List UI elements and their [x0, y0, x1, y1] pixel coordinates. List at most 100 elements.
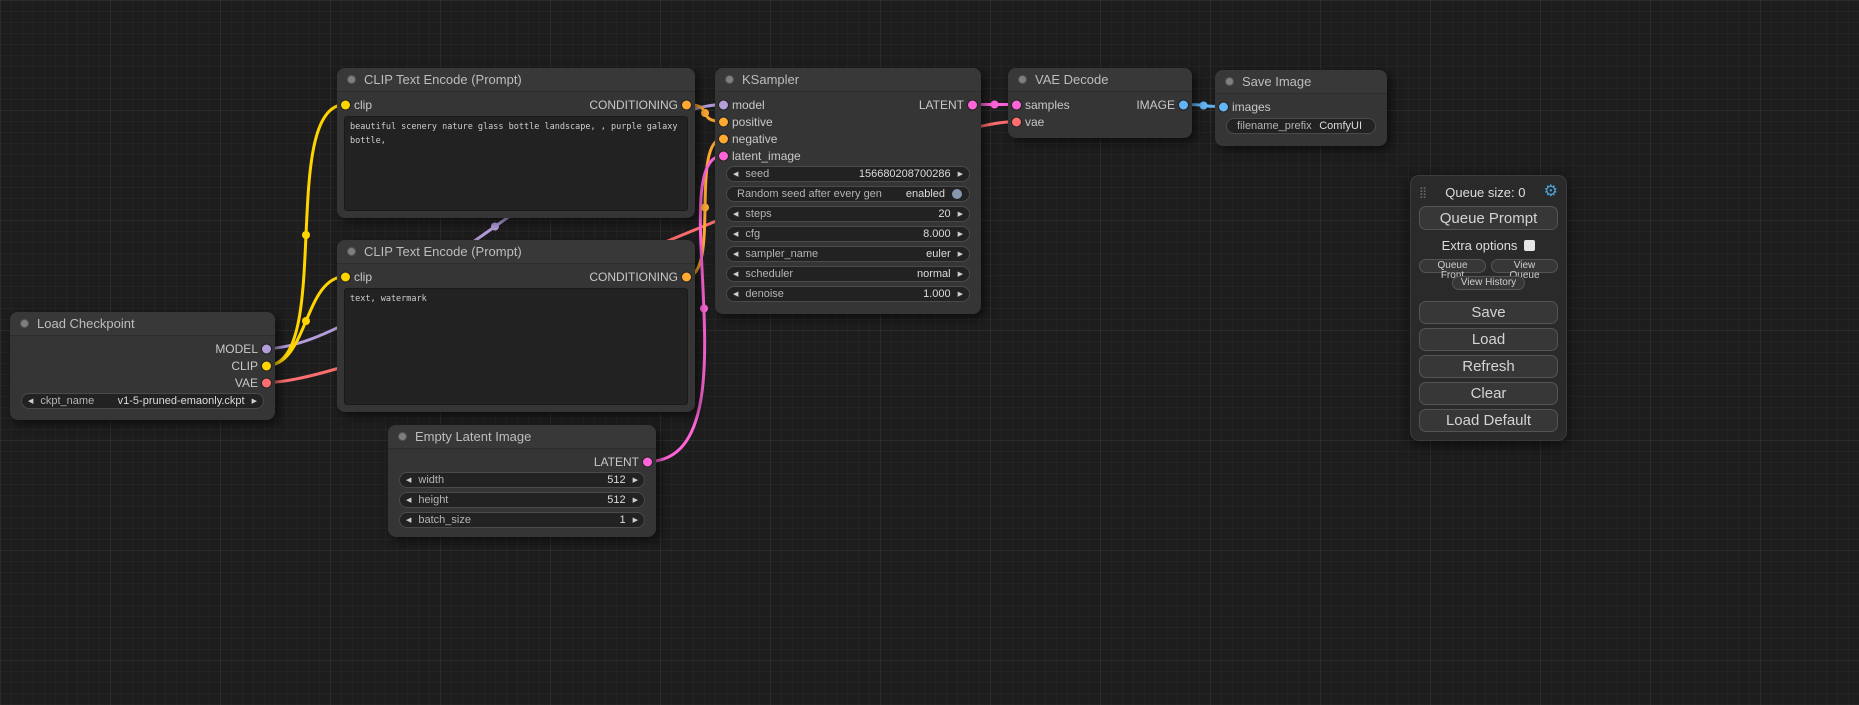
negative-input-port[interactable]	[719, 134, 728, 143]
decrement-arrow-icon[interactable]: ◀	[406, 477, 411, 484]
clear-button[interactable]: Clear	[1419, 382, 1558, 405]
latent-image-input-port[interactable]	[719, 151, 728, 160]
queue-front-button[interactable]: Queue Front	[1419, 259, 1486, 273]
refresh-button[interactable]: Refresh	[1419, 355, 1558, 378]
extra-options-checkbox[interactable]	[1524, 240, 1535, 251]
increment-arrow-icon[interactable]: ▶	[958, 171, 963, 178]
node-clip-text-encode-negative[interactable]: CLIP Text Encode (Prompt) clip CONDITION…	[337, 240, 695, 412]
width-number-widget[interactable]: ◀ width 512 ▶	[399, 472, 645, 488]
node-vae-decode[interactable]: VAE Decode samples IMAGE vae	[1008, 68, 1192, 138]
load-button[interactable]: Load	[1419, 328, 1558, 351]
increment-arrow-icon[interactable]: ▶	[958, 291, 963, 298]
steps-number-widget[interactable]: ◀ steps 20 ▶	[726, 206, 970, 222]
decrement-arrow-icon[interactable]: ◀	[733, 231, 738, 238]
increment-arrow-icon[interactable]: ▶	[252, 398, 257, 405]
model-output-port[interactable]	[262, 344, 271, 353]
node-titlebar[interactable]: CLIP Text Encode (Prompt)	[337, 68, 695, 92]
decrement-arrow-icon[interactable]: ◀	[28, 398, 33, 405]
widget-label: seed	[745, 168, 769, 180]
node-titlebar[interactable]: Empty Latent Image	[388, 425, 656, 449]
view-history-button[interactable]: View History	[1452, 276, 1525, 290]
node-titlebar[interactable]: CLIP Text Encode (Prompt)	[337, 240, 695, 264]
sampler-name-combo-widget[interactable]: ◀ sampler_name euler ▶	[726, 246, 970, 262]
vae-input-port[interactable]	[1012, 117, 1021, 126]
toggle-indicator-icon[interactable]	[952, 189, 962, 199]
batch-size-number-widget[interactable]: ◀ batch_size 1 ▶	[399, 512, 645, 528]
widget-value: 512	[607, 494, 625, 506]
widget-value: 8.000	[923, 228, 951, 240]
node-titlebar[interactable]: Save Image	[1215, 70, 1387, 94]
image-output-port[interactable]	[1179, 100, 1188, 109]
decrement-arrow-icon[interactable]: ◀	[733, 271, 738, 278]
samples-input-port[interactable]	[1012, 100, 1021, 109]
model-input-port[interactable]	[719, 100, 728, 109]
decrement-arrow-icon[interactable]: ◀	[733, 291, 738, 298]
increment-arrow-icon[interactable]: ▶	[633, 517, 638, 524]
node-title-text: CLIP Text Encode (Prompt)	[364, 72, 522, 87]
clip-input-port[interactable]	[341, 100, 350, 109]
node-save-image[interactable]: Save Image images filename_prefix ComfyU…	[1215, 70, 1387, 146]
increment-arrow-icon[interactable]: ▶	[958, 271, 963, 278]
node-status-dot-icon[interactable]	[725, 75, 734, 84]
decrement-arrow-icon[interactable]: ◀	[733, 251, 738, 258]
node-titlebar[interactable]: VAE Decode	[1008, 68, 1192, 92]
vae-output-port[interactable]	[262, 378, 271, 387]
denoise-number-widget[interactable]: ◀ denoise 1.000 ▶	[726, 286, 970, 302]
node-title-text: KSampler	[742, 72, 799, 87]
increment-arrow-icon[interactable]: ▶	[633, 497, 638, 504]
settings-gear-icon[interactable]: ⚙	[1544, 184, 1558, 200]
node-status-dot-icon[interactable]	[347, 247, 356, 256]
node-ksampler[interactable]: KSampler model LATENT positive negative …	[715, 68, 981, 314]
slot-row: CLIP	[10, 357, 275, 374]
ckpt-name-combo-widget[interactable]: ◀ ckpt_name v1-5-pruned-emaonly.ckpt ▶	[21, 393, 264, 409]
node-status-dot-icon[interactable]	[20, 319, 29, 328]
clip-output-port[interactable]	[262, 361, 271, 370]
node-status-dot-icon[interactable]	[347, 75, 356, 84]
latent-output-port[interactable]	[643, 457, 652, 466]
save-button[interactable]: Save	[1419, 301, 1558, 324]
negative-prompt-textarea[interactable]: text, watermark	[344, 288, 688, 405]
increment-arrow-icon[interactable]: ▶	[633, 477, 638, 484]
node-status-dot-icon[interactable]	[1018, 75, 1027, 84]
random-seed-toggle-widget[interactable]: Random seed after every gen enabled	[726, 186, 970, 202]
decrement-arrow-icon[interactable]: ◀	[733, 211, 738, 218]
latent-output-port[interactable]	[968, 100, 977, 109]
scheduler-combo-widget[interactable]: ◀ scheduler normal ▶	[726, 266, 970, 282]
conditioning-output-port[interactable]	[682, 100, 691, 109]
node-titlebar[interactable]: KSampler	[715, 68, 981, 92]
decrement-arrow-icon[interactable]: ◀	[733, 171, 738, 178]
images-input-port[interactable]	[1219, 102, 1228, 111]
view-queue-button[interactable]: View Queue	[1491, 259, 1558, 273]
load-default-button[interactable]: Load Default	[1419, 409, 1558, 432]
height-number-widget[interactable]: ◀ height 512 ▶	[399, 492, 645, 508]
queue-prompt-button[interactable]: Queue Prompt	[1419, 206, 1558, 230]
decrement-arrow-icon[interactable]: ◀	[406, 497, 411, 504]
slot-row: VAE	[10, 374, 275, 391]
increment-arrow-icon[interactable]: ▶	[958, 211, 963, 218]
node-load-checkpoint[interactable]: Load Checkpoint MODEL CLIP VAE ◀ ckpt_na…	[10, 312, 275, 420]
cfg-number-widget[interactable]: ◀ cfg 8.000 ▶	[726, 226, 970, 242]
clip-output-label: CLIP	[231, 359, 258, 373]
latent-output-label: LATENT	[594, 455, 639, 469]
filename-prefix-text-widget[interactable]: filename_prefix ComfyUI	[1226, 118, 1376, 134]
widget-value: ComfyUI	[1319, 120, 1362, 132]
node-status-dot-icon[interactable]	[1225, 77, 1234, 86]
node-status-dot-icon[interactable]	[398, 432, 407, 441]
node-title-text: CLIP Text Encode (Prompt)	[364, 244, 522, 259]
clip-input-port[interactable]	[341, 272, 350, 281]
node-empty-latent-image[interactable]: Empty Latent Image LATENT ◀ width 512 ▶ …	[388, 425, 656, 537]
node-clip-text-encode-positive[interactable]: CLIP Text Encode (Prompt) clip CONDITION…	[337, 68, 695, 218]
node-title-text: VAE Decode	[1035, 72, 1108, 87]
link-midpoint-dot	[991, 101, 999, 109]
node-title-text: Load Checkpoint	[37, 316, 135, 331]
decrement-arrow-icon[interactable]: ◀	[406, 517, 411, 524]
drag-handle-icon[interactable]: ⣿	[1419, 186, 1427, 199]
increment-arrow-icon[interactable]: ▶	[958, 251, 963, 258]
positive-input-port[interactable]	[719, 117, 728, 126]
node-titlebar[interactable]: Load Checkpoint	[10, 312, 275, 336]
increment-arrow-icon[interactable]: ▶	[958, 231, 963, 238]
conditioning-output-port[interactable]	[682, 272, 691, 281]
graph-canvas[interactable]: Load Checkpoint MODEL CLIP VAE ◀ ckpt_na…	[0, 0, 1859, 705]
positive-prompt-textarea[interactable]: beautiful scenery nature glass bottle la…	[344, 116, 688, 211]
seed-number-widget[interactable]: ◀ seed 156680208700286 ▶	[726, 166, 970, 182]
